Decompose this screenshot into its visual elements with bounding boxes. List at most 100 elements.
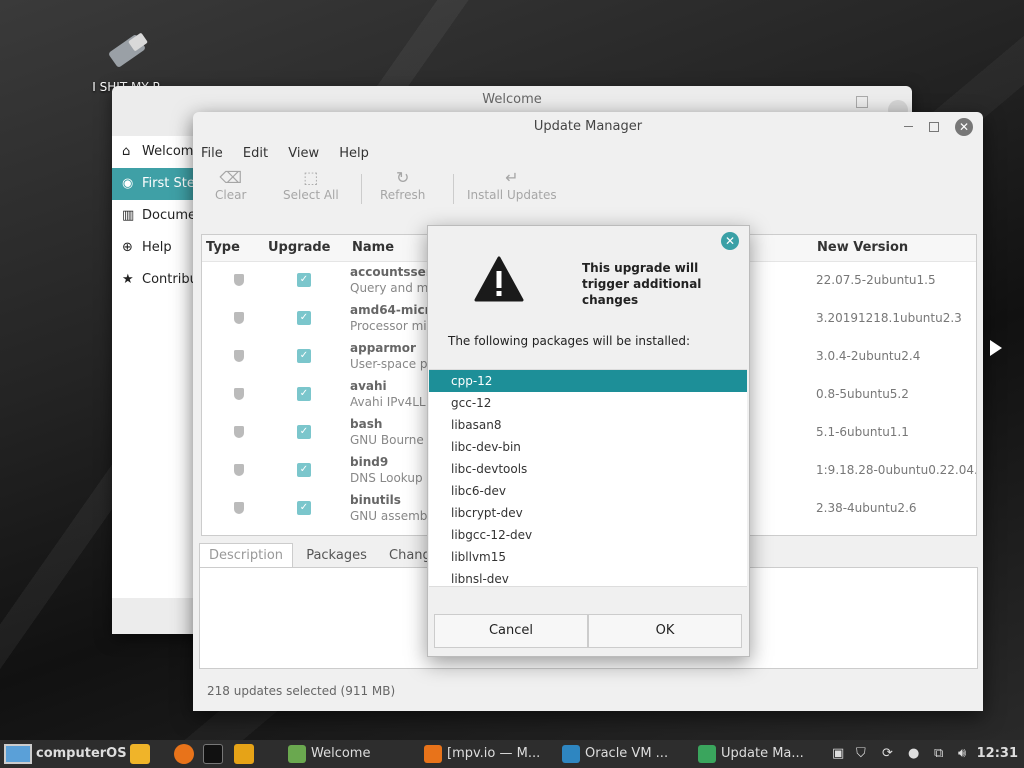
update-manager-titlebar: Update Manager ✕ [193, 112, 983, 142]
package-list-item[interactable]: libnsl-dev [429, 568, 747, 586]
terminal-launcher-icon[interactable] [203, 744, 223, 764]
package-version: 5.1-6ubuntu1.1 [816, 425, 909, 439]
package-name: avahi [350, 379, 387, 393]
toolbar-separator [453, 174, 454, 204]
lifebuoy-icon: ⊕ [122, 240, 133, 255]
refresh-icon: ↻ [395, 168, 410, 187]
sidebar-item-label: Documentation [142, 208, 194, 223]
volume-icon[interactable]: 🔊︎ [958, 742, 966, 766]
usb-drive-icon [104, 28, 148, 78]
updates-tray-icon[interactable]: ⟳ [882, 742, 893, 766]
sidebar-item-documentation[interactable]: ▥ Documentation [112, 200, 194, 232]
package-list-item[interactable]: libgcc-12-dev [429, 524, 747, 546]
minimize-button[interactable] [904, 126, 913, 127]
package-list-item[interactable]: libc6-dev [429, 480, 747, 502]
package-version: 3.20191218.1ubuntu2.3 [816, 311, 962, 325]
shield-icon [234, 388, 244, 400]
dialog-close-button[interactable]: ✕ [721, 232, 739, 250]
sidebar-item-help[interactable]: ⊕ Help [112, 232, 194, 264]
clock[interactable]: 12:31 [977, 742, 1018, 766]
package-description: DNS Lookup [350, 471, 423, 485]
clear-icon: ⌫ [219, 168, 242, 187]
shield-icon [234, 312, 244, 324]
package-list-item[interactable]: cpp-12 [429, 370, 747, 392]
maximize-button[interactable] [929, 122, 939, 132]
menu-file[interactable]: File [201, 146, 223, 161]
network-icon[interactable]: ⧉ [934, 742, 943, 766]
package-description: Avahi IPv4LL [350, 395, 426, 409]
start-menu-button[interactable]: computerOS [4, 742, 127, 766]
upgrade-checkbox[interactable]: ✓ [297, 463, 311, 477]
column-name[interactable]: Name [352, 235, 394, 261]
upgrade-checkbox[interactable]: ✓ [297, 425, 311, 439]
menu-help[interactable]: Help [339, 146, 369, 161]
start-label: computerOS [36, 746, 127, 761]
refresh-label: Refresh [380, 188, 426, 202]
upgrade-checkbox[interactable]: ✓ [297, 387, 311, 401]
package-list-item[interactable]: libcrypt-dev [429, 502, 747, 524]
shield-icon [234, 426, 244, 438]
tab-description[interactable]: Description [199, 543, 294, 568]
menu-view[interactable]: View [288, 146, 319, 161]
welcome-maximize-button[interactable] [856, 96, 868, 108]
user-icon[interactable]: ● [908, 742, 919, 766]
desktop-usb-drive[interactable]: I SHIT MY P [86, 28, 166, 94]
update-manager-title: Update Manager [533, 119, 643, 134]
folder-launcher-icon[interactable] [234, 744, 254, 764]
install-updates-label: Install Updates [467, 188, 557, 202]
task-firefox[interactable]: [mpv.io — M... [420, 742, 540, 766]
select-all-button[interactable]: ⬚ Select All [283, 168, 339, 202]
package-version: 1:9.18.28-0ubuntu0.22.04. [816, 463, 977, 477]
shield-icon [234, 350, 244, 362]
upgrade-checkbox[interactable]: ✓ [297, 311, 311, 325]
upgrade-checkbox[interactable]: ✓ [297, 501, 311, 515]
files-launcher-icon[interactable] [130, 744, 150, 764]
package-name: bind9 [350, 455, 389, 469]
sidebar-item-first-steps[interactable]: ◉ First Steps [112, 168, 194, 200]
column-type[interactable]: Type [206, 235, 240, 261]
install-updates-button[interactable]: ↵ Install Updates [467, 168, 557, 202]
task-virtualbox[interactable]: Oracle VM ... [558, 742, 668, 766]
tab-packages[interactable]: Packages [297, 544, 376, 568]
package-list-item[interactable]: libc-dev-bin [429, 436, 747, 458]
book-icon: ▥ [122, 208, 135, 223]
package-description: Processor mi [350, 319, 427, 333]
task-update-manager[interactable]: Update Ma... [694, 742, 804, 766]
package-list-item[interactable]: libllvm15 [429, 546, 747, 568]
welcome-window-title: Welcome [482, 92, 542, 107]
package-list-item[interactable]: libasan8 [429, 414, 747, 436]
menu-edit[interactable]: Edit [243, 146, 268, 161]
upgrade-checkbox[interactable]: ✓ [297, 273, 311, 287]
shield-tray-icon[interactable]: ⛉ [856, 742, 866, 766]
shield-icon [234, 502, 244, 514]
column-new-version[interactable]: New Version [817, 235, 908, 261]
package-name: apparmor [350, 341, 416, 355]
upgrade-checkbox[interactable]: ✓ [297, 349, 311, 363]
task-welcome[interactable]: Welcome [284, 742, 370, 766]
clipboard-icon[interactable]: ▣ [832, 742, 844, 766]
toolbar: ⌫ Clear ⬚ Select All ↻ Refresh ↵ Install Upd… [193, 166, 983, 214]
sidebar-item-label: First Steps [142, 176, 194, 191]
sidebar-item-welcome[interactable]: ⌂ Welcome [112, 136, 194, 168]
package-name: bash [350, 417, 383, 431]
package-list-item[interactable]: gcc-12 [429, 392, 747, 414]
close-button[interactable]: ✕ [955, 118, 973, 136]
task-label: [mpv.io — M... [447, 746, 541, 761]
clear-label: Clear [215, 188, 247, 202]
firefox-launcher-icon[interactable] [174, 744, 194, 764]
ok-button[interactable]: OK [588, 614, 742, 648]
refresh-button[interactable]: ↻ Refresh [380, 168, 425, 202]
column-upgrade[interactable]: Upgrade [268, 235, 330, 261]
package-version: 22.07.5-2ubuntu1.5 [816, 273, 936, 287]
package-list-item[interactable]: libc-devtools [429, 458, 747, 480]
cancel-button[interactable]: Cancel [434, 614, 588, 648]
package-version: 2.38-4ubuntu2.6 [816, 501, 917, 515]
virtualbox-icon [562, 744, 580, 763]
welcome-sidebar: ⌂ Welcome ◉ First Steps ▥ Documentation ⊕ He… [112, 136, 194, 598]
sidebar-item-label: Contribute [142, 272, 194, 287]
clear-button[interactable]: ⌫ Clear [215, 168, 246, 202]
home-icon: ⌂ [122, 144, 131, 159]
package-list[interactable]: cpp-12 gcc-12 libasan8 libc-dev-bin libc-dev… [429, 369, 747, 587]
sidebar-item-contribute[interactable]: ★ Contribute [112, 264, 194, 296]
package-description: GNU assembl [350, 509, 431, 523]
